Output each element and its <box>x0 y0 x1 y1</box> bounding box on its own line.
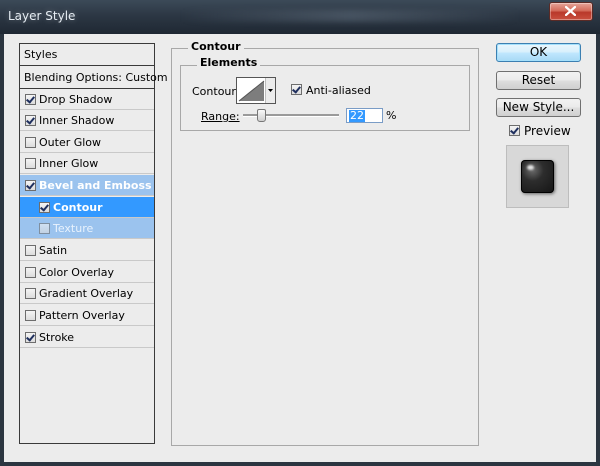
close-icon <box>565 6 576 16</box>
checkbox[interactable] <box>25 267 36 278</box>
style-item-label: Pattern Overlay <box>39 309 125 322</box>
checkbox[interactable] <box>25 137 36 148</box>
style-item-label: Inner Glow <box>39 157 99 170</box>
style-item-gradient-overlay[interactable]: Gradient Overlay <box>20 283 154 304</box>
checkbox[interactable] <box>39 202 50 213</box>
range-label: Range: <box>201 110 240 123</box>
checkbox[interactable] <box>25 180 36 191</box>
range-slider-thumb[interactable] <box>257 109 266 122</box>
preview-swatch <box>521 160 554 193</box>
style-item-inner-glow[interactable]: Inner Glow <box>20 153 154 174</box>
chevron-down-icon <box>268 89 273 92</box>
style-preview <box>506 145 569 208</box>
range-unit: % <box>386 109 397 122</box>
title-bar-background <box>180 10 520 22</box>
style-item-color-overlay[interactable]: Color Overlay <box>20 262 154 283</box>
ok-button[interactable]: OK <box>496 43 581 62</box>
style-item-label: Stroke <box>39 331 75 344</box>
style-item-label: Color Overlay <box>39 266 114 279</box>
anti-aliased-checkbox[interactable] <box>291 84 302 95</box>
style-item-contour[interactable]: Contour <box>20 197 154 218</box>
checkbox[interactable] <box>25 115 36 126</box>
elements-section-title: Elements <box>197 56 261 69</box>
styles-header[interactable]: Styles <box>20 44 154 66</box>
checkbox[interactable] <box>25 158 36 169</box>
style-item-stroke[interactable]: Stroke <box>20 327 154 348</box>
contour-label: Contour: <box>192 85 240 98</box>
reset-button[interactable]: Reset <box>496 71 581 90</box>
preview-label: Preview <box>524 124 571 138</box>
style-item-label: Satin <box>39 244 68 257</box>
style-item-inner-shadow[interactable]: Inner Shadow <box>20 110 154 131</box>
styles-header-label: Styles <box>24 48 58 61</box>
blending-options-item[interactable]: Blending Options: Custom <box>20 66 168 89</box>
new-style-button[interactable]: New Style... <box>496 98 581 117</box>
style-item-pattern-overlay[interactable]: Pattern Overlay <box>20 305 154 326</box>
checkbox[interactable] <box>25 94 36 105</box>
checkbox[interactable] <box>25 245 36 256</box>
contour-dropdown-arrow[interactable] <box>265 78 275 103</box>
styles-list: Styles Blending Options: Custom Drop Sha… <box>19 43 168 444</box>
style-item-label: Gradient Overlay <box>39 287 134 300</box>
style-item-drop-shadow[interactable]: Drop Shadow <box>20 89 154 110</box>
style-item-satin[interactable]: Satin <box>20 240 154 261</box>
style-item-texture[interactable]: Texture <box>20 218 154 239</box>
window-title: Layer Style <box>8 9 76 23</box>
range-value: 22 <box>349 109 365 122</box>
style-item-label: Bevel and Emboss <box>39 179 152 192</box>
style-item-label: Contour <box>53 201 103 214</box>
style-item-label: Texture <box>53 222 94 235</box>
preview-checkbox[interactable] <box>509 125 520 136</box>
contour-picker[interactable] <box>236 77 276 104</box>
close-button[interactable] <box>549 2 593 21</box>
style-item-label: Drop Shadow <box>39 93 113 106</box>
blending-options-label: Blending Options: Custom <box>24 71 168 84</box>
checkbox[interactable] <box>25 310 36 321</box>
checkbox[interactable] <box>39 223 50 234</box>
contour-curve-icon <box>238 80 265 102</box>
range-input[interactable]: 22 <box>346 108 383 123</box>
title-bar: Layer Style <box>0 0 600 35</box>
style-item-label: Inner Shadow <box>39 114 115 127</box>
style-item-label: Outer Glow <box>39 136 102 149</box>
style-item-bevel-and-emboss[interactable]: Bevel and Emboss <box>20 175 154 196</box>
contour-section-title: Contour <box>188 40 244 53</box>
checkbox[interactable] <box>25 288 36 299</box>
style-item-outer-glow[interactable]: Outer Glow <box>20 132 154 153</box>
checkbox[interactable] <box>25 332 36 343</box>
anti-aliased-label: Anti-aliased <box>306 84 371 97</box>
